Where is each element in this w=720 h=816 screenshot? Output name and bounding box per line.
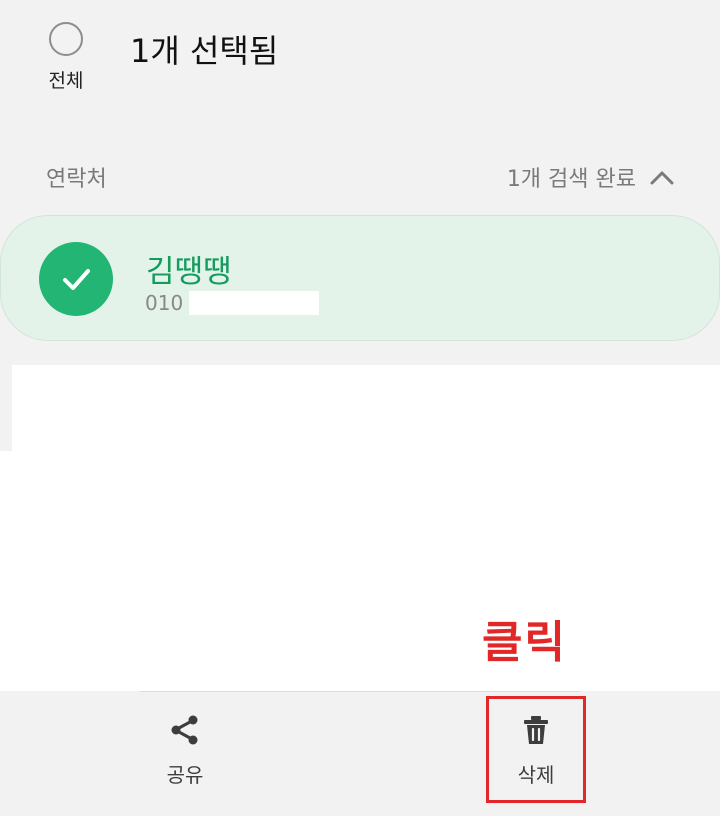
phone-redaction-mask xyxy=(189,291,320,315)
section-title: 연락처 xyxy=(46,167,107,192)
delete-highlight-box xyxy=(486,696,586,803)
bottom-action-bar: 공유 삭제 xyxy=(0,691,720,816)
avatar[interactable] xyxy=(39,242,113,316)
chevron-up-icon xyxy=(650,171,674,185)
share-icon xyxy=(171,715,198,745)
redacted-overlay-area xyxy=(0,365,720,692)
share-button[interactable]: 공유 xyxy=(130,713,240,791)
contact-list-item[interactable]: 김땡땡 010 xyxy=(0,215,720,341)
search-result-count: 1개 검색 완료 xyxy=(506,167,636,192)
select-all-control[interactable]: 전체 xyxy=(40,22,92,96)
check-icon xyxy=(63,269,90,290)
click-annotation-label: 클릭 xyxy=(482,617,567,668)
contact-phone: 010 xyxy=(145,291,320,315)
contacts-section-header: 연락처 1개 검색 완료 xyxy=(46,160,674,194)
share-button-label: 공유 xyxy=(166,763,204,787)
contact-phone-prefix: 010 xyxy=(145,291,184,315)
bottom-bar-divider xyxy=(140,691,580,692)
select-all-checkbox[interactable] xyxy=(49,22,83,56)
contact-name: 김땡땡 xyxy=(146,254,232,290)
selected-count-title: 1개 선택됨 xyxy=(130,32,279,70)
search-result-toggle[interactable]: 1개 검색 완료 xyxy=(507,161,674,193)
select-all-label: 전체 xyxy=(48,70,84,92)
